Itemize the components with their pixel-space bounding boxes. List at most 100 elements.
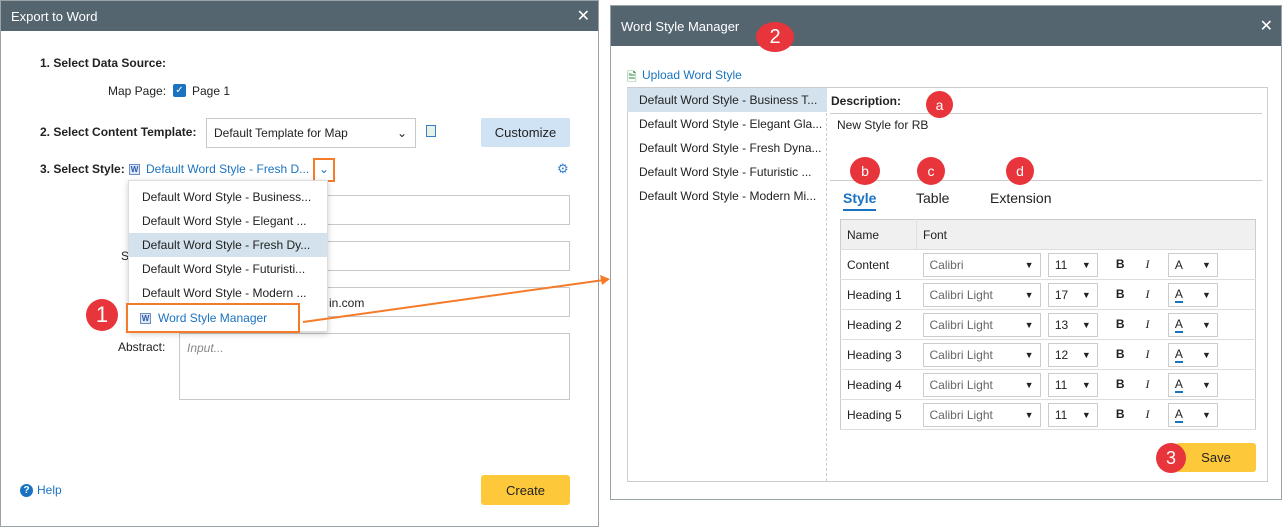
annotation-3: 3 <box>1156 443 1186 473</box>
style-name: Heading 2 <box>840 309 917 340</box>
style-table: Name Font Content Calibri ▼ 11 ▼ B I A ▼ Hea… <box>840 219 1256 430</box>
font-select[interactable]: Calibri ▼ <box>922 252 1041 277</box>
font-color-icon: A <box>1174 257 1183 272</box>
upload-word-style-link[interactable]: Upload Word Style <box>642 68 742 82</box>
annotation-2: 2 <box>756 22 794 52</box>
bold-button[interactable]: B <box>1107 317 1133 331</box>
bold-button[interactable]: B <box>1107 347 1133 361</box>
font-value: Calibri Light <box>929 287 993 302</box>
style-list-item[interactable]: Default Word Style - Futuristic ... <box>627 160 827 184</box>
font-color-select[interactable]: A ▼ <box>1167 282 1218 307</box>
caret-down-icon: ▼ <box>1024 349 1034 360</box>
dialog-header: Word Style Manager ✕ <box>611 6 1281 46</box>
style-row: Heading 2 Calibri Light ▼ 13 ▼ B I A ▼ <box>840 309 1256 340</box>
style-name: Heading 5 <box>840 399 917 430</box>
font-select[interactable]: Calibri Light ▼ <box>922 372 1041 397</box>
style-list-item[interactable]: Default Word Style - Fresh Dyna... <box>627 136 827 160</box>
caret-down-icon: ▼ <box>1201 349 1211 360</box>
annotation-b: b <box>850 157 880 185</box>
size-select[interactable]: 12 ▼ <box>1047 342 1098 367</box>
font-value: Calibri Light <box>929 407 993 422</box>
font-value: Calibri Light <box>929 347 993 362</box>
font-color-icon: A <box>1174 346 1183 363</box>
size-select[interactable]: 11 ▼ <box>1047 372 1098 397</box>
italic-button[interactable]: I <box>1137 347 1159 362</box>
annotation-d: d <box>1006 157 1034 185</box>
size-value: 11 <box>1054 407 1068 422</box>
tab-table[interactable]: Table <box>916 190 949 206</box>
bold-button[interactable]: B <box>1107 377 1133 391</box>
size-select[interactable]: 17 ▼ <box>1047 282 1098 307</box>
caret-down-icon: ▼ <box>1081 349 1091 360</box>
caret-down-icon: ▼ <box>1024 259 1034 270</box>
font-color-select[interactable]: A ▼ <box>1167 372 1218 397</box>
caret-down-icon: ▼ <box>1024 319 1034 330</box>
description-text[interactable]: New Style for RB <box>837 118 928 132</box>
style-list-item[interactable]: Default Word Style - Modern Mi... <box>627 184 827 208</box>
italic-button[interactable]: I <box>1137 287 1159 302</box>
divider <box>830 180 1262 181</box>
style-row: Heading 3 Calibri Light ▼ 12 ▼ B I A ▼ <box>840 339 1256 370</box>
dialog-title: Word Style Manager <box>621 18 740 34</box>
font-value: Calibri Light <box>929 317 993 332</box>
column-header-name: Name <box>840 219 917 250</box>
size-value: 13 <box>1054 317 1069 332</box>
divider <box>830 113 1262 114</box>
italic-button[interactable]: I <box>1137 257 1159 272</box>
italic-button[interactable]: I <box>1137 407 1159 422</box>
caret-down-icon: ▼ <box>1201 379 1211 390</box>
caret-down-icon: ▼ <box>1024 289 1034 300</box>
font-color-icon: A <box>1174 376 1183 393</box>
description-label: Description: <box>831 94 902 108</box>
font-value: Calibri Light <box>929 377 993 392</box>
bold-button[interactable]: B <box>1107 287 1133 301</box>
font-select[interactable]: Calibri Light ▼ <box>922 342 1041 367</box>
style-row: Heading 1 Calibri Light ▼ 17 ▼ B I A ▼ <box>840 279 1256 310</box>
style-list-item[interactable]: Default Word Style - Elegant Gla... <box>627 112 827 136</box>
caret-down-icon: ▼ <box>1081 379 1091 390</box>
italic-button[interactable]: I <box>1137 317 1159 332</box>
font-color-select[interactable]: A ▼ <box>1167 342 1218 367</box>
font-select[interactable]: Calibri Light ▼ <box>922 402 1041 427</box>
style-name: Heading 3 <box>840 339 917 370</box>
caret-down-icon: ▼ <box>1081 319 1091 330</box>
caret-down-icon: ▼ <box>1024 379 1034 390</box>
caret-down-icon: ▼ <box>1201 409 1211 420</box>
font-color-select[interactable]: A ▼ <box>1167 312 1218 337</box>
font-color-icon: A <box>1174 406 1183 423</box>
style-name: Heading 4 <box>840 369 917 400</box>
caret-down-icon: ▼ <box>1024 409 1034 420</box>
font-select[interactable]: Calibri Light ▼ <box>922 282 1041 307</box>
size-select[interactable]: 11 ▼ <box>1047 252 1098 277</box>
style-list: Default Word Style - Business T... Defau… <box>627 88 827 481</box>
size-select[interactable]: 13 ▼ <box>1047 312 1098 337</box>
font-select[interactable]: Calibri Light ▼ <box>922 312 1041 337</box>
style-row: Heading 5 Calibri Light ▼ 11 ▼ B I A ▼ <box>840 399 1256 430</box>
upload-icon: 🗎 <box>627 70 637 84</box>
size-value: 11 <box>1054 377 1068 392</box>
tab-style[interactable]: Style <box>843 190 877 211</box>
close-icon[interactable]: ✕ <box>1260 16 1273 36</box>
caret-down-icon: ▼ <box>1201 289 1211 300</box>
font-color-icon: A <box>1174 286 1183 303</box>
style-row: Heading 4 Calibri Light ▼ 11 ▼ B I A ▼ <box>840 369 1256 400</box>
caret-down-icon: ▼ <box>1081 289 1091 300</box>
bold-button[interactable]: B <box>1107 257 1133 271</box>
style-row: Content Calibri ▼ 11 ▼ B I A ▼ <box>840 249 1256 280</box>
size-value: 12 <box>1054 347 1069 362</box>
size-value: 17 <box>1054 287 1069 302</box>
size-value: 11 <box>1054 257 1068 272</box>
bold-button[interactable]: B <box>1107 407 1133 421</box>
annotation-c: c <box>917 157 945 185</box>
font-color-icon: A <box>1174 316 1183 333</box>
save-button[interactable]: Save <box>1176 443 1256 472</box>
style-name: Content <box>840 249 917 280</box>
tab-extension[interactable]: Extension <box>990 190 1051 206</box>
size-select[interactable]: 11 ▼ <box>1047 402 1098 427</box>
italic-button[interactable]: I <box>1137 377 1159 392</box>
font-color-select[interactable]: A ▼ <box>1167 252 1218 277</box>
annotation-a: a <box>926 91 953 118</box>
style-list-item-selected[interactable]: Default Word Style - Business T... <box>627 88 827 112</box>
caret-down-icon: ▼ <box>1201 319 1211 330</box>
font-color-select[interactable]: A ▼ <box>1167 402 1218 427</box>
